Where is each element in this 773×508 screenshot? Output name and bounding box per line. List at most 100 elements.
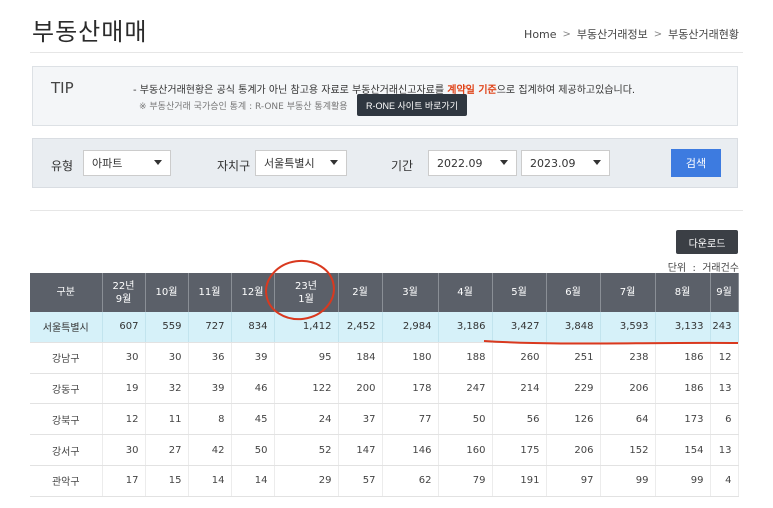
period-start-value: 2022.09 [437, 156, 483, 170]
period-label: 기간 [391, 159, 414, 173]
count-cell: 229 [546, 373, 601, 405]
column-header-month: 3월 [382, 273, 439, 312]
table-row: 강동구 19 32 39 46 122 200 178 247 214 229 206 186 13 [30, 373, 739, 405]
caret-down-icon [330, 160, 338, 165]
table-row: 강북구 12 11 8 45 24 37 77 50 56 126 64 173 6 [30, 403, 739, 436]
count-cell: 188 [438, 342, 493, 374]
chevron-right-icon: > [653, 28, 663, 40]
rone-site-button[interactable]: R-ONE 사이트 바로가기 [357, 94, 467, 116]
tip-notice-text-end: 으로 집계하여 제공하고있습니다. [496, 85, 636, 96]
breadcrumb-item-trade-info[interactable]: 부동산거래정보 [577, 26, 648, 42]
count-cell: 180 [382, 342, 439, 374]
count-cell: 30 [102, 434, 146, 466]
count-cell: 2,984 [382, 312, 439, 343]
count-cell: 97 [546, 465, 601, 497]
header-text: 6월 [565, 287, 581, 298]
header-text: 2월 [352, 287, 368, 298]
count-cell: 260 [492, 342, 547, 374]
breadcrumb-home[interactable]: Home [524, 28, 556, 41]
count-cell: 42 [188, 434, 232, 466]
count-cell: 3,848 [546, 312, 601, 343]
region-name-cell: 관악구 [30, 465, 103, 497]
count-cell: 29 [274, 465, 339, 497]
region-name-cell: 강동구 [30, 373, 103, 405]
column-header-month: 11월 [188, 273, 232, 312]
header-text: 22년 [112, 280, 135, 292]
count-cell: 11 [145, 403, 189, 436]
region-select[interactable]: 서울특별시 [255, 150, 347, 176]
unit-label: 단위 : 거래건수 [668, 259, 739, 274]
count-cell: 79 [438, 465, 493, 497]
download-button[interactable]: 다운로드 [676, 230, 738, 254]
column-header-month: 10월 [145, 273, 189, 312]
caret-down-icon [500, 160, 508, 165]
count-cell: 1,412 [274, 312, 339, 343]
page-title: 부동산매매 [32, 18, 148, 46]
region-name-cell: 강북구 [30, 403, 103, 436]
breadcrumb-item-trade-status[interactable]: 부동산거래현황 [668, 26, 739, 42]
header-text: 9월 [115, 293, 132, 305]
count-cell: 64 [600, 403, 656, 436]
divider [30, 210, 743, 211]
count-cell: 147 [338, 434, 383, 466]
count-cell: 13 [710, 373, 739, 405]
table-header-row: 구분 22년 9월 10월 11월 12월 23년 1월 2월 3월 4월 5월 6월 7월 8월 9월 [30, 273, 739, 312]
count-cell: 19 [102, 373, 146, 405]
region-name-cell: 강남구 [30, 342, 103, 374]
count-cell: 200 [338, 373, 383, 405]
header-text: 9월 [716, 287, 732, 298]
count-cell: 17 [102, 465, 146, 497]
column-header-month: 22년 9월 [102, 273, 146, 312]
count-cell: 206 [546, 434, 601, 466]
column-header-month: 7월 [600, 273, 656, 312]
count-cell: 178 [382, 373, 439, 405]
count-cell: 727 [188, 312, 232, 343]
trade-table: 구분 22년 9월 10월 11월 12월 23년 1월 2월 3월 4월 5월 6월 7월 8월 9월 서울… [30, 273, 739, 497]
period-end-value: 2023.09 [530, 156, 576, 170]
breadcrumb: Home > 부동산거래정보 > 부동산거래현황 [524, 26, 739, 42]
count-cell: 30 [102, 342, 146, 374]
count-cell: 45 [231, 403, 275, 436]
count-cell: 173 [655, 403, 711, 436]
count-cell: 39 [231, 342, 275, 374]
count-cell: 56 [492, 403, 547, 436]
column-header-month: 5월 [492, 273, 547, 312]
filter-panel: 유형 아파트 자치구 서울특별시 기간 2022.09 2023.09 검색 [32, 138, 738, 188]
region-label: 자치구 [217, 159, 251, 173]
count-cell: 186 [655, 373, 711, 405]
count-cell: 160 [438, 434, 493, 466]
count-cell: 95 [274, 342, 339, 374]
tip-box: TIP - 부동산거래현황은 공식 통계가 아닌 참고용 자료로 부동산거래신고… [32, 66, 738, 126]
count-cell: 126 [546, 403, 601, 436]
count-cell: 186 [655, 342, 711, 374]
count-cell: 247 [438, 373, 493, 405]
count-cell: 8 [188, 403, 232, 436]
count-cell: 12 [102, 403, 146, 436]
count-cell: 191 [492, 465, 547, 497]
period-start-select[interactable]: 2022.09 [428, 150, 517, 176]
count-cell: 214 [492, 373, 547, 405]
header-text: 4월 [457, 287, 473, 298]
count-cell: 3,186 [438, 312, 493, 343]
period-end-select[interactable]: 2023.09 [521, 150, 610, 176]
chevron-right-icon: > [562, 28, 571, 40]
header-text: 1월 [298, 293, 314, 305]
type-select[interactable]: 아파트 [83, 150, 171, 176]
column-header-month: 2월 [338, 273, 383, 312]
type-select-value: 아파트 [92, 157, 123, 170]
count-cell: 46 [231, 373, 275, 405]
count-cell: 834 [231, 312, 275, 343]
column-header-month: 8월 [655, 273, 711, 312]
tip-label: TIP [51, 79, 74, 97]
search-button[interactable]: 검색 [671, 149, 721, 177]
count-cell: 4 [710, 465, 739, 497]
count-cell: 3,133 [655, 312, 711, 343]
count-cell: 146 [382, 434, 439, 466]
count-cell: 243 [710, 312, 739, 343]
table-row: 강남구 30 30 36 39 95 184 180 188 260 251 238 186 12 [30, 342, 739, 374]
count-cell: 607 [102, 312, 146, 343]
count-cell: 14 [188, 465, 232, 497]
column-header-month: 4월 [438, 273, 493, 312]
column-header-category: 구분 [30, 273, 103, 312]
count-cell: 238 [600, 342, 656, 374]
